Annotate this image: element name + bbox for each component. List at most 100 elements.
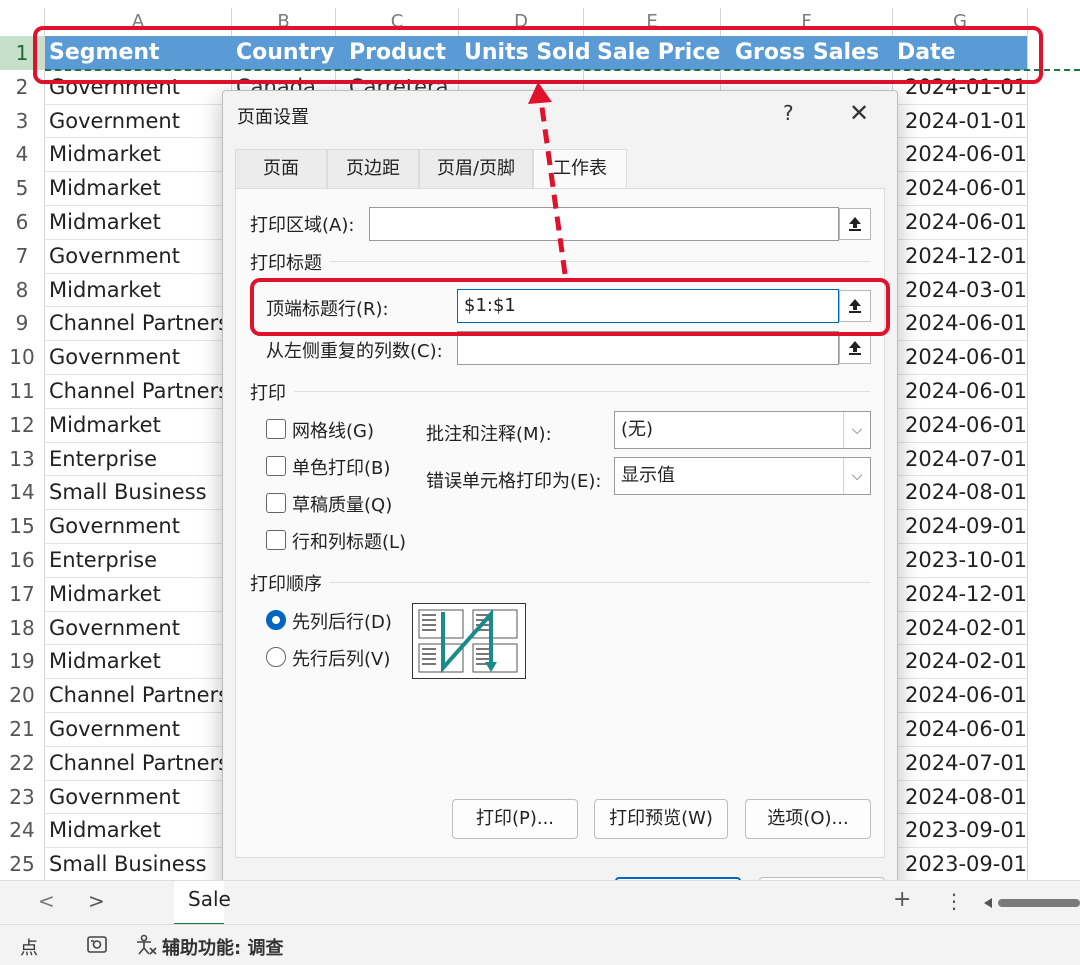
cell-date[interactable]: 2024-06-01: [905, 137, 1027, 171]
cell-date[interactable]: 2024-08-01: [905, 780, 1027, 814]
cell-date[interactable]: 2024-06-01: [905, 374, 1027, 408]
cell-segment[interactable]: Channel Partners: [49, 678, 229, 712]
tab-page[interactable]: 页面: [235, 149, 327, 188]
row-header[interactable]: 22: [0, 745, 44, 780]
add-sheet-icon[interactable]: +: [893, 887, 911, 912]
cell-date[interactable]: 2023-10-01: [905, 543, 1027, 577]
cell-segment[interactable]: Government: [49, 239, 229, 273]
cell-segment[interactable]: Government: [49, 611, 229, 645]
draft-quality-checkbox[interactable]: [266, 493, 286, 513]
row-col-headings-checkbox[interactable]: [266, 530, 286, 550]
more-icon[interactable]: ⋮: [944, 889, 964, 913]
row-header[interactable]: 8: [0, 272, 44, 307]
cell-segment[interactable]: Midmarket: [49, 577, 229, 611]
row-header[interactable]: 19: [0, 644, 44, 679]
row-header[interactable]: 21: [0, 712, 44, 746]
cell-segment[interactable]: Midmarket: [49, 408, 229, 442]
cell-segment[interactable]: Government: [49, 340, 229, 374]
chevron-down-icon[interactable]: ⌵: [843, 458, 870, 494]
cell-segment[interactable]: Government: [49, 712, 229, 746]
cell-segment[interactable]: Small Business: [49, 847, 229, 881]
row-header[interactable]: 14: [0, 475, 44, 510]
print-preview-button[interactable]: 打印预览(W): [594, 799, 728, 839]
left-cols-input[interactable]: [457, 331, 839, 365]
row-header[interactable]: 6: [0, 205, 44, 239]
row-header[interactable]: 13: [0, 441, 44, 476]
cell-date[interactable]: 2024-06-01: [905, 340, 1027, 374]
row-header[interactable]: 7: [0, 238, 44, 273]
print-button[interactable]: 打印(P)...: [452, 799, 578, 839]
collapse-dialog-icon[interactable]: [839, 208, 871, 240]
cell-segment[interactable]: Government: [49, 780, 229, 814]
black-white-checkbox[interactable]: [266, 456, 286, 476]
cell-date[interactable]: 2024-12-01: [905, 577, 1027, 611]
accessibility-status[interactable]: 辅助功能: 调查: [162, 934, 283, 960]
help-button[interactable]: ?: [783, 101, 794, 125]
row-header[interactable]: 5: [0, 171, 44, 206]
row-header[interactable]: 25: [0, 847, 44, 882]
cell-segment[interactable]: Midmarket: [49, 171, 229, 205]
accessibility-icon[interactable]: [134, 934, 158, 960]
cell-segment[interactable]: Channel Partners: [49, 374, 229, 408]
cell-date[interactable]: 2024-02-01: [905, 611, 1027, 645]
cell-date[interactable]: 2024-02-01: [905, 644, 1027, 678]
horizontal-scrollbar[interactable]: [980, 895, 1080, 909]
cell-date[interactable]: 2024-07-01: [905, 746, 1027, 780]
options-button[interactable]: 选项(O)...: [745, 799, 871, 839]
row-header[interactable]: 12: [0, 407, 44, 442]
tab-header-footer[interactable]: 页眉/页脚: [419, 149, 533, 188]
cell-date[interactable]: 2024-08-01: [905, 475, 1027, 509]
row-header[interactable]: 17: [0, 576, 44, 611]
cell-date[interactable]: 2024-06-01: [905, 171, 1027, 205]
row-header[interactable]: 24: [0, 813, 44, 848]
close-icon[interactable]: ✕: [849, 99, 869, 127]
row-header[interactable]: 18: [0, 610, 44, 645]
cell-date[interactable]: 2024-06-01: [905, 306, 1027, 340]
cell-date[interactable]: 2023-09-01: [905, 847, 1027, 881]
cell-segment[interactable]: Government: [49, 509, 229, 543]
prev-sheet-icon[interactable]: <: [38, 889, 55, 913]
row-header[interactable]: 4: [0, 137, 44, 172]
row-header[interactable]: 20: [0, 678, 44, 713]
cell-segment[interactable]: Midmarket: [49, 205, 229, 239]
cell-date[interactable]: 2024-07-01: [905, 442, 1027, 476]
row-header[interactable]: 23: [0, 779, 44, 814]
cell-segment[interactable]: Government: [49, 104, 229, 138]
cell-segment[interactable]: Midmarket: [49, 644, 229, 678]
cell-segment[interactable]: Channel Partners: [49, 746, 229, 780]
cell-date[interactable]: 2024-03-01: [905, 273, 1027, 307]
cell-date[interactable]: 2024-12-01: [905, 239, 1027, 273]
cell-segment[interactable]: Midmarket: [49, 813, 229, 847]
cell-date[interactable]: 2024-06-01: [905, 712, 1027, 746]
cell-date[interactable]: 2023-09-01: [905, 813, 1027, 847]
accessibility-report-icon[interactable]: [86, 934, 110, 960]
cell-segment[interactable]: Midmarket: [49, 137, 229, 171]
collapse-dialog-icon[interactable]: [839, 332, 871, 364]
cell-date[interactable]: 2024-01-01: [905, 104, 1027, 138]
cell-segment[interactable]: Midmarket: [49, 273, 229, 307]
print-area-input[interactable]: [369, 207, 839, 241]
comments-select[interactable]: (无) ⌵: [614, 411, 871, 449]
cell-segment[interactable]: Channel Partners: [49, 306, 229, 340]
chevron-down-icon[interactable]: ⌵: [843, 412, 870, 448]
cell-segment[interactable]: Small Business: [49, 475, 229, 509]
cell-segment[interactable]: Enterprise: [49, 543, 229, 577]
next-sheet-icon[interactable]: >: [88, 889, 105, 913]
row-header[interactable]: 11: [0, 374, 44, 408]
row-header[interactable]: 9: [0, 306, 44, 341]
row-header[interactable]: 3: [0, 103, 44, 138]
cell-segment[interactable]: Enterprise: [49, 442, 229, 476]
cell-date[interactable]: 2024-06-01: [905, 408, 1027, 442]
row-header[interactable]: 10: [0, 340, 44, 375]
over-then-down-radio[interactable]: [266, 647, 286, 667]
errors-select[interactable]: 显示值 ⌵: [614, 457, 871, 495]
sheet-tab-active[interactable]: Sale: [174, 881, 231, 926]
cell-date[interactable]: 2024-09-01: [905, 509, 1027, 543]
cell-date[interactable]: 2024-06-01: [905, 678, 1027, 712]
row-header[interactable]: 16: [0, 543, 44, 577]
tab-margins[interactable]: 页边距: [327, 149, 419, 188]
gridlines-checkbox[interactable]: [266, 419, 286, 439]
row-header[interactable]: 15: [0, 509, 44, 544]
down-then-over-radio[interactable]: [266, 610, 286, 630]
cell-date[interactable]: 2024-06-01: [905, 205, 1027, 239]
